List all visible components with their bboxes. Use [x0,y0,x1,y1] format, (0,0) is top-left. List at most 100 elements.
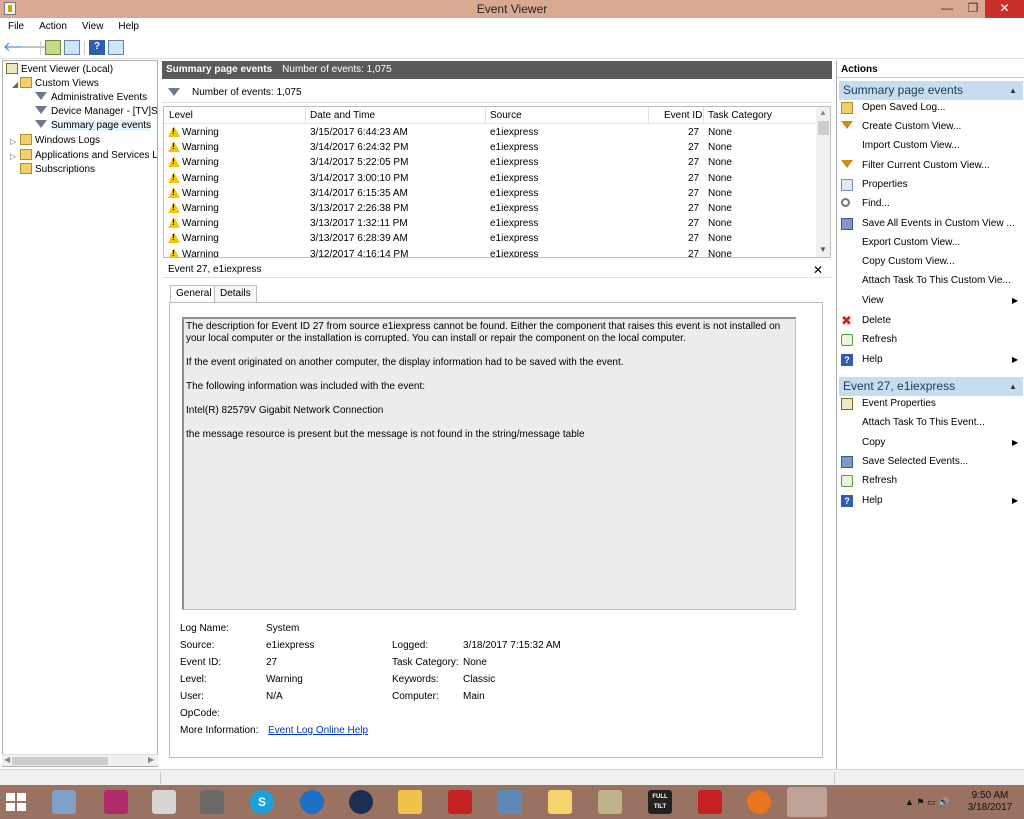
show-hide-action-pane-icon[interactable] [108,40,124,55]
column-event-id[interactable]: Event ID [664,110,702,121]
pokerstars-icon[interactable] [698,790,722,814]
scroll-right-icon[interactable]: ▶ [148,755,154,764]
calculator-icon[interactable] [152,790,176,814]
action-refresh[interactable]: Refresh [837,331,1024,349]
action-event-properties[interactable]: Event Properties [837,395,1024,413]
tree-event-viewer-local[interactable]: Event Viewer (Local) [6,63,113,77]
skype-icon[interactable]: S [250,790,274,814]
action-import-custom-view[interactable]: Import Custom View... [837,137,1024,155]
collapse-arrow-icon[interactable]: ◢ [12,80,18,89]
action-copy[interactable]: Copy ▶ [837,434,1024,452]
column-level[interactable]: Level [169,110,193,121]
menu-view[interactable]: View [74,18,111,32]
column-divider[interactable] [305,107,306,124]
system-tray-icons[interactable]: ▲ ⚑ ▭ 🔊 [905,797,949,808]
action-copy-custom-view[interactable]: Copy Custom View... [837,253,1024,271]
show-hide-console-tree-icon[interactable] [64,40,80,55]
table-row[interactable]: Warning 3/14/2017 6:15:35 AM e1iexpress 27 N… [164,186,816,201]
tree-subscriptions[interactable]: Subscriptions [20,163,95,177]
remote-desktop-icon[interactable] [498,790,522,814]
table-row[interactable]: Warning 3/14/2017 3:00:10 PM e1iexpress 27 N… [164,171,816,186]
action-save-all-events[interactable]: Save All Events in Custom View ... [837,215,1024,233]
table-row[interactable]: Warning 3/13/2017 2:26:38 PM e1iexpress 27 N… [164,201,816,216]
tree-administrative-events[interactable]: Administrative Events [35,91,147,105]
event-description[interactable]: The description for Event ID 27 from sou… [182,317,796,610]
expand-arrow-icon[interactable]: ▷ [10,152,16,161]
library-icon[interactable] [598,790,622,814]
action-label: Refresh [862,334,898,345]
paint-icon[interactable] [52,790,76,814]
clock[interactable]: 9:50 AM 3/18/2017 [960,790,1020,814]
scroll-down-icon[interactable]: ▼ [819,245,827,254]
teamviewer-icon[interactable] [300,790,324,814]
expand-arrow-icon[interactable]: ▷ [10,137,16,146]
action-refresh-event[interactable]: Refresh [837,472,1024,490]
action-help-event[interactable]: ? Help ▶ [837,492,1024,510]
close-detail-icon[interactable]: ✕ [811,262,825,278]
section-summary-page-events[interactable]: Summary page events ▲ [839,81,1023,100]
event-viewer-taskbar-icon[interactable] [787,787,827,817]
table-row[interactable]: Warning 3/13/2017 1:32:11 PM e1iexpress 27 N… [164,216,816,231]
column-source[interactable]: Source [490,110,522,121]
filter-bar: Number of events: 1,075 [162,81,832,103]
action-help[interactable]: ? Help ▶ [837,351,1024,369]
action-view[interactable]: View ▶ [837,292,1024,310]
action-attach-task-custom-view[interactable]: Attach Task To This Custom Vie... [837,272,1024,290]
properties-icon [841,179,853,191]
maximize-button[interactable]: ❐ [960,0,986,18]
outlook-icon[interactable] [548,790,572,814]
tree-horizontal-scrollbar[interactable]: ◀ ▶ [2,754,158,766]
lock-app-icon[interactable] [349,790,373,814]
action-filter-current-custom-view[interactable]: Filter Current Custom View... [837,157,1024,175]
pokerstars-icon[interactable] [448,790,472,814]
network-tool-icon[interactable] [200,790,224,814]
event-log-online-help-link[interactable]: Event Log Online Help [268,725,368,736]
menu-file[interactable]: File [0,18,31,32]
action-export-custom-view[interactable]: Export Custom View... [837,234,1024,252]
tree-device-manager[interactable]: Device Manager - [TV]Sa [35,105,157,119]
table-row[interactable]: Warning 3/14/2017 5:22:05 PM e1iexpress 27 N… [164,155,816,170]
close-button[interactable]: ✕ [985,0,1024,18]
tree-summary-page-events[interactable]: Summary page events [35,119,152,133]
table-row[interactable]: Warning 3/12/2017 4:16:14 PM e1iexpress 27 N… [164,247,816,257]
help-icon[interactable]: ? [89,40,105,55]
action-create-custom-view[interactable]: Create Custom View... [837,118,1024,136]
collapse-arrow-icon[interactable]: ▲ [1009,377,1017,396]
file-explorer-icon[interactable] [398,790,422,814]
full-tilt-poker-icon[interactable]: FULL TILT [648,790,672,814]
winrar-icon[interactable] [104,790,128,814]
action-attach-task-event[interactable]: Attach Task To This Event... [837,414,1024,432]
scroll-left-icon[interactable]: ◀ [4,755,10,764]
table-row[interactable]: Warning 3/15/2017 6:44:23 AM e1iexpress 27 N… [164,125,816,140]
firefox-icon[interactable] [747,790,771,814]
tree-windows-logs[interactable]: Windows Logs [20,134,100,148]
up-folder-icon[interactable] [45,40,61,55]
tree-applications-services[interactable]: Applications and Services Lo [20,149,157,163]
scrollbar-thumb[interactable] [818,121,829,135]
section-event-27[interactable]: Event 27, e1iexpress ▲ [839,377,1023,396]
action-find[interactable]: Find... [837,195,1024,213]
table-row[interactable]: Warning 3/14/2017 6:24:32 PM e1iexpress 27 N… [164,140,816,155]
tab-details[interactable]: Details [214,285,257,303]
action-save-selected-events[interactable]: Save Selected Events... [837,453,1024,471]
minimize-button[interactable]: — [934,0,960,18]
collapse-arrow-icon[interactable]: ▲ [1009,81,1017,100]
action-properties[interactable]: Properties [837,176,1024,194]
tree-custom-views[interactable]: Custom Views [20,77,99,91]
scroll-up-icon[interactable]: ▲ [819,108,827,117]
column-divider[interactable] [703,107,704,124]
windows-start-icon[interactable] [6,793,26,811]
table-vertical-scrollbar[interactable]: ▲ ▼ [816,107,830,257]
menu-action[interactable]: Action [31,18,74,32]
scrollbar-thumb[interactable] [12,757,108,765]
column-date-time[interactable]: Date and Time [310,110,375,121]
column-divider[interactable] [485,107,486,124]
table-row[interactable]: Warning 3/13/2017 6:28:39 AM e1iexpress 27 N… [164,231,816,246]
back-arrow-icon[interactable]: 🡐 [3,40,38,55]
column-task-category[interactable]: Task Category [708,110,772,121]
action-delete[interactable]: ✖ Delete [837,312,1024,330]
forward-arrow-icon[interactable]: 🡒 [21,40,56,55]
column-divider[interactable] [648,107,649,124]
menu-help[interactable]: Help [110,18,146,32]
action-open-saved-log[interactable]: Open Saved Log... [837,99,1024,117]
